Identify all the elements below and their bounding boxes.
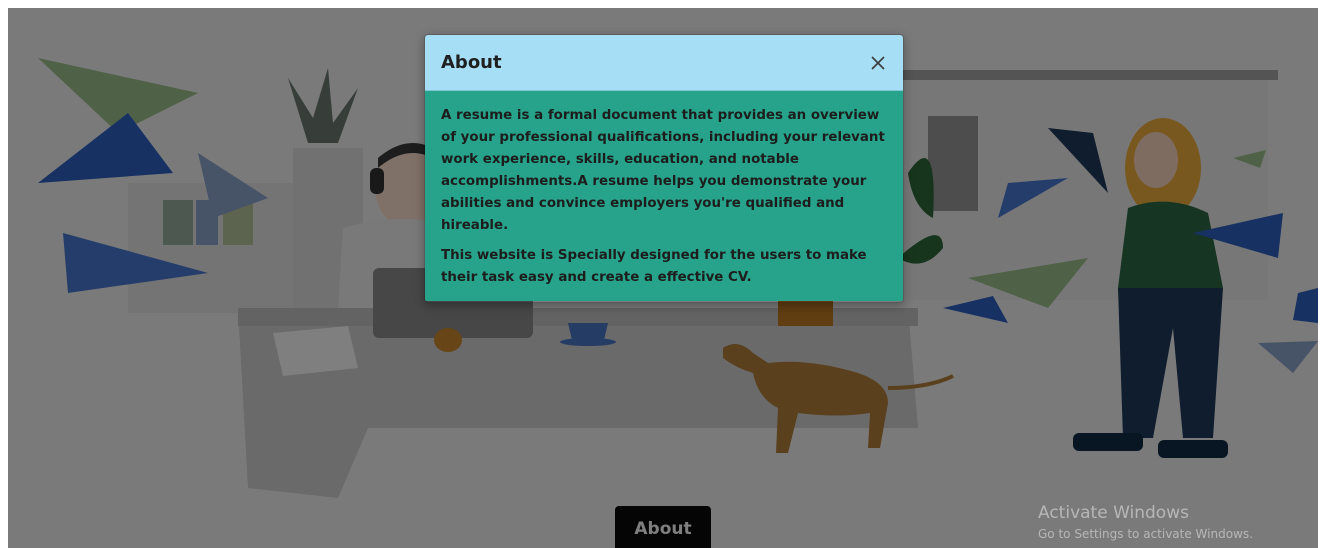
watermark-subtitle: Go to Settings to activate Windows. [1038,527,1253,541]
modal-header: About [425,35,903,91]
about-paragraph-2: This website is Specially designed for t… [441,248,867,285]
about-modal: About A resume is a formal document that… [424,34,904,303]
watermark-title: Activate Windows [1038,503,1189,523]
page-viewport: About Activate Windows Go to Settings to… [8,8,1318,548]
modal-close-button[interactable] [867,52,889,74]
close-icon [871,55,885,70]
windows-activation-watermark: Activate Windows Go to Settings to activ… [1038,502,1253,542]
about-paragraph-1: A resume is a formal document that provi… [441,108,885,233]
modal-title: About [441,52,502,73]
modal-body: A resume is a formal document that provi… [425,91,903,301]
